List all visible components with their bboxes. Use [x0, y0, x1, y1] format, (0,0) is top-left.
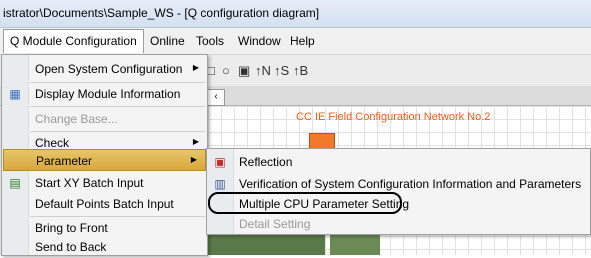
module-tool-icon[interactable]: ▣ [238, 63, 250, 79]
network-b-icon[interactable]: ↑B [293, 63, 308, 78]
xy-batch-icon: ▤ [9, 176, 21, 190]
select-tool-icon[interactable]: □ [207, 63, 215, 78]
title-bar: istrator\Documents\Sample_WS - [Q config… [0, 0, 591, 28]
menu-item-start-xy-batch-input[interactable]: ▤ Start XY Batch Input [2, 172, 207, 194]
menu-item-multiple-cpu-parameter-setting[interactable]: Multiple CPU Parameter Setting [208, 192, 409, 214]
menu-item-detail-setting[interactable]: Detail Setting [207, 213, 590, 235]
menu-item-default-points-batch-input[interactable]: Default Points Batch Input [2, 193, 207, 215]
menu-help[interactable]: Help [290, 34, 315, 48]
tab-close-icon[interactable]: ‹ [207, 89, 225, 106]
submenu-arrow-icon: ▶ [190, 155, 197, 164]
menu-item-parameter[interactable]: Parameter ▶ [3, 149, 206, 171]
menu-item-display-module-information[interactable]: ▦ Display Module Information [2, 83, 207, 105]
parameter-submenu: ▣ Reflection ▥ Verification of System Co… [206, 148, 591, 235]
menu-online[interactable]: Online [150, 34, 185, 48]
menu-separator [30, 106, 205, 107]
verification-icon: ▥ [214, 177, 226, 191]
window-title: istrator\Documents\Sample_WS - [Q config… [3, 6, 320, 20]
menu-item-change-base[interactable]: Change Base... [2, 108, 207, 130]
menu-bar: Q Module Configuration Online Tools Wind… [0, 28, 591, 55]
submenu-arrow-icon: ▶ [192, 63, 199, 72]
circle-tool-icon[interactable]: ○ [222, 63, 230, 78]
menu-tools[interactable]: Tools [196, 34, 224, 48]
menu-item-reflection[interactable]: ▣ Reflection [207, 151, 590, 173]
network-s-icon[interactable]: ↑S [274, 63, 289, 78]
menu-item-open-system-configuration[interactable]: Open System Configuration ▶ [2, 58, 207, 80]
submenu-arrow-icon: ▶ [192, 137, 199, 146]
network-n-icon[interactable]: ↑N [255, 63, 271, 78]
base-unit-block-2[interactable] [330, 234, 380, 255]
menu-q-module-configuration[interactable]: Q Module Configuration [3, 29, 144, 53]
q-module-configuration-menu: Open System Configuration ▶ ▦ Display Mo… [1, 54, 208, 256]
module-info-icon: ▦ [9, 87, 21, 101]
reflection-icon: ▣ [214, 155, 226, 169]
network-label: CC IE Field Configuration Network No.2 [296, 111, 491, 123]
base-unit-block[interactable] [205, 234, 325, 255]
menu-window[interactable]: Window [238, 34, 281, 48]
